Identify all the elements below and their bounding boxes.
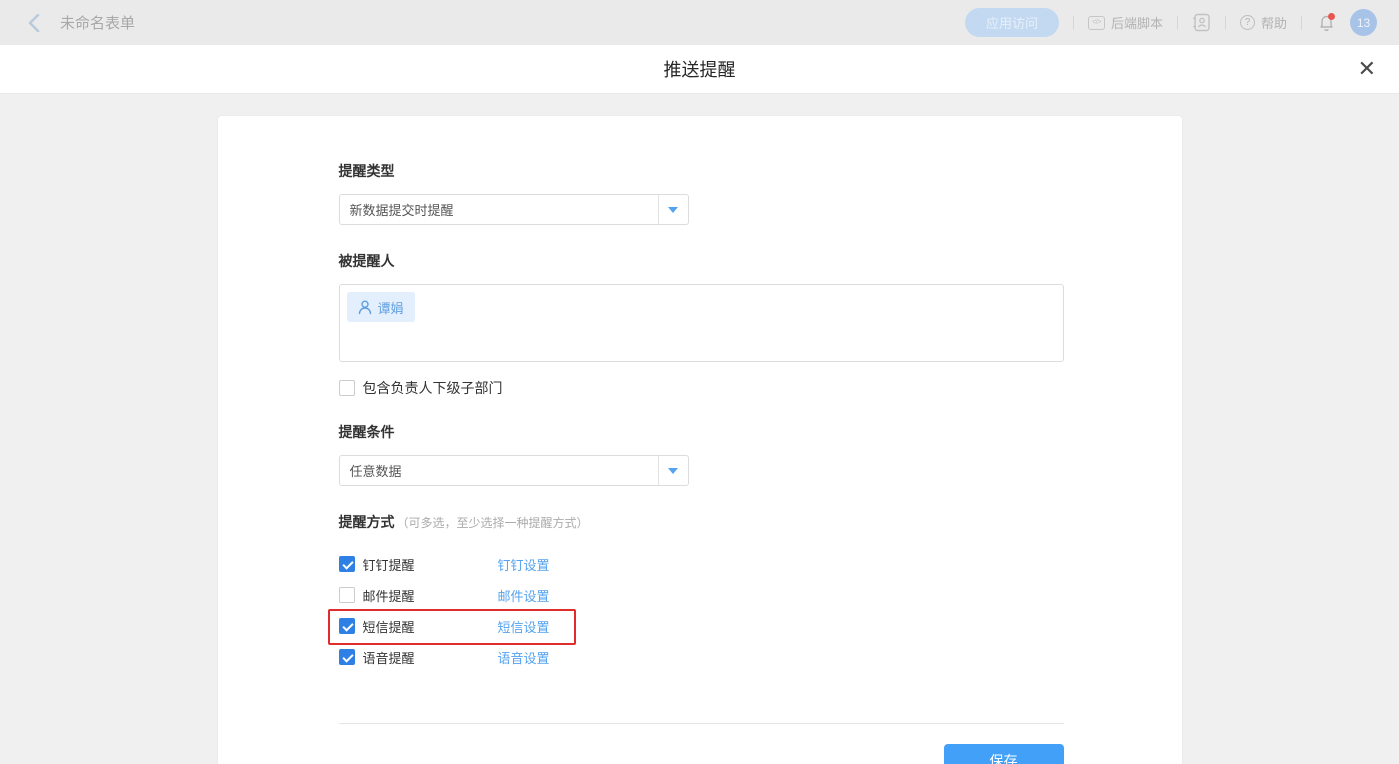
method-row-dingtalk: 钉钉提醒 钉钉设置: [338, 553, 1062, 575]
voice-settings-link[interactable]: 语音设置: [498, 648, 550, 667]
reminder-type-select[interactable]: 新数据提交时提醒: [338, 194, 689, 225]
close-icon[interactable]: ✕: [1358, 58, 1376, 80]
method-row-voice: 语音提醒 语音设置: [338, 646, 1062, 668]
help-icon: ?: [1239, 15, 1255, 30]
dingtalk-label: 钉钉提醒: [362, 557, 415, 573]
recipients-label: 被提醒人: [338, 253, 395, 269]
recipients-box[interactable]: 谭娟: [338, 284, 1064, 362]
code-icon: </>: [1087, 15, 1105, 30]
notification-badge: [1328, 12, 1335, 20]
app-access-button[interactable]: 应用访问: [964, 8, 1059, 37]
caret-down-icon: [668, 206, 678, 213]
modal-title: 推送提醒: [663, 60, 736, 80]
reminder-type-value: 新数据提交时提醒: [349, 203, 454, 218]
include-sub-label: 包含负责人下级子部门: [362, 380, 503, 396]
email-settings-link[interactable]: 邮件设置: [498, 586, 550, 605]
email-label: 邮件提醒: [362, 588, 415, 604]
settings-card: 提醒类型 新数据提交时提醒 被提醒人 谭娟 包含负责人下级子部门 提醒条件 任意…: [216, 115, 1183, 764]
voice-label: 语音提醒: [362, 650, 415, 666]
sms-settings-link[interactable]: 短信设置: [498, 617, 550, 636]
app-header: 未命名表单 应用访问 </> 后端脚本 ? 帮助 13: [0, 0, 1399, 45]
divider: [1176, 15, 1178, 30]
sms-label: 短信提醒: [362, 619, 415, 635]
recipient-tag[interactable]: 谭娟: [346, 292, 415, 322]
sms-checkbox[interactable]: [338, 618, 355, 634]
modal-titlebar: 推送提醒 ✕: [0, 45, 1399, 94]
form-title: 未命名表单: [60, 15, 136, 32]
method-row-sms: 短信提醒 短信设置: [327, 609, 1062, 645]
divider: [1072, 15, 1074, 30]
contact-card-icon: [1193, 13, 1210, 32]
notifications-button[interactable]: [1316, 12, 1336, 33]
save-button[interactable]: 保存: [943, 744, 1064, 764]
email-checkbox[interactable]: [338, 587, 355, 603]
dingtalk-settings-link[interactable]: 钉钉设置: [498, 555, 550, 574]
methods-label: 提醒方式: [338, 514, 395, 530]
condition-label: 提醒条件: [338, 424, 395, 440]
divider: [1301, 15, 1302, 30]
reminder-type-label: 提醒类型: [338, 163, 395, 179]
dingtalk-checkbox[interactable]: [338, 556, 355, 572]
person-icon: [358, 299, 371, 314]
help-button[interactable]: ? 帮助: [1239, 13, 1287, 32]
condition-value: 任意数据: [349, 464, 402, 479]
method-row-email: 邮件提醒 邮件设置: [338, 584, 1062, 606]
back-chevron-icon[interactable]: [24, 13, 44, 33]
divider: [1224, 15, 1226, 30]
methods-hint: （可多选，至少选择一种提醒方式）: [396, 516, 589, 530]
divider: [338, 723, 1064, 724]
caret-down-icon: [668, 467, 678, 474]
avatar[interactable]: 13: [1350, 9, 1377, 36]
backend-script-label: 后端脚本: [1110, 16, 1163, 31]
recipient-name: 谭娟: [377, 300, 404, 316]
condition-select[interactable]: 任意数据: [338, 455, 689, 486]
include-sub-checkbox[interactable]: [338, 380, 355, 396]
help-label: 帮助: [1260, 16, 1287, 31]
contact-card-button[interactable]: [1192, 13, 1211, 32]
modal-body: 提醒类型 新数据提交时提醒 被提醒人 谭娟 包含负责人下级子部门 提醒条件 任意…: [0, 94, 1399, 764]
voice-checkbox[interactable]: [338, 649, 355, 665]
backend-script-button[interactable]: </> 后端脚本: [1087, 13, 1163, 32]
